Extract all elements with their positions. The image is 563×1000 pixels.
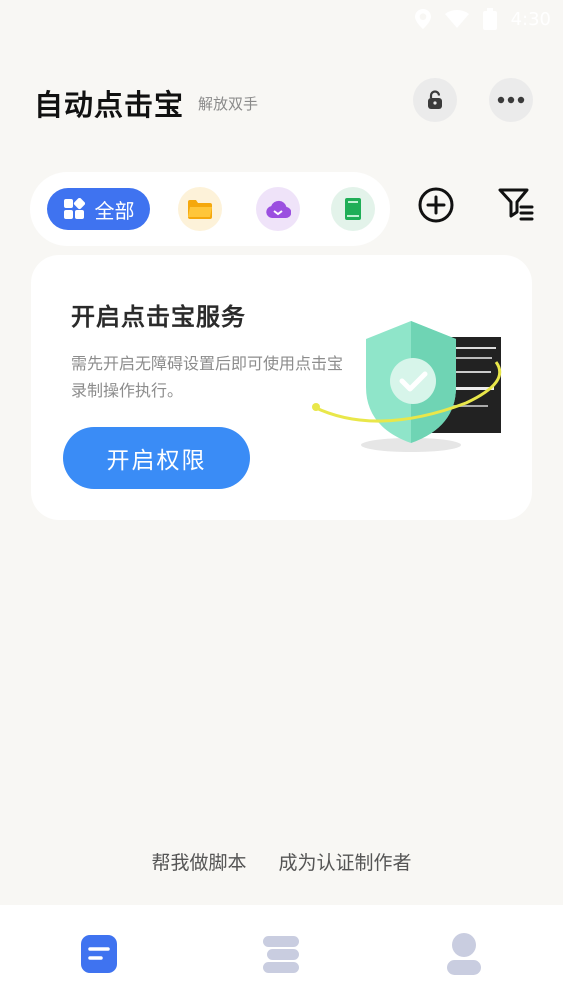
plus-circle-icon [418,187,454,223]
category-cloud[interactable] [256,187,300,231]
nav-profile[interactable] [443,931,485,977]
wifi-icon [444,10,469,28]
status-time: 4:30 [510,8,551,30]
help-make-script-link[interactable]: 帮我做脚本 [151,848,246,875]
more-icon [497,96,525,104]
lock-button[interactable] [413,78,457,122]
shield-illustration [312,321,502,452]
header: 自动点击宝 解放双手 [34,78,533,124]
filter-button[interactable] [495,184,537,226]
category-folder[interactable] [178,187,222,231]
enable-permission-button[interactable]: 开启权限 [63,427,250,489]
cloud-sync-icon [266,200,291,219]
nav-home[interactable] [78,931,120,977]
location-icon [414,9,431,29]
profile-icon [447,933,481,975]
service-card-description: 需先开启无障碍设置后即可使用点击宝录制操作执行。 [71,354,344,400]
service-permission-card: 开启点击宝服务 需先开启无障碍设置后即可使用点击宝录制操作执行。 开启权限 [31,255,532,520]
become-certified-creator-link[interactable]: 成为认证制作者 [279,848,412,875]
folder-icon [188,200,212,219]
app-title: 自动点击宝 [34,88,185,122]
app-subtitle: 解放双手 [198,95,259,113]
lock-icon [428,90,442,109]
service-card-title: 开启点击宝服务 [71,303,246,331]
add-script-button[interactable] [415,184,457,226]
footer-links: 帮我做脚本 成为认证制作者 [0,848,563,875]
status-bar: 4:30 [0,0,563,40]
category-all-chip[interactable]: 全部 [47,188,150,230]
nav-scripts[interactable] [260,931,302,977]
more-button[interactable] [489,78,533,122]
home-icon [81,935,117,973]
category-filter-bar: 全部 [30,172,390,246]
book-icon [345,198,361,220]
grid-icon [63,198,85,219]
scripts-icon [263,936,299,973]
filter-list-icon [498,188,534,221]
battery-icon [482,8,497,30]
category-all-label: 全部 [94,198,135,223]
category-book[interactable] [331,187,375,231]
bottom-nav [0,905,563,1000]
